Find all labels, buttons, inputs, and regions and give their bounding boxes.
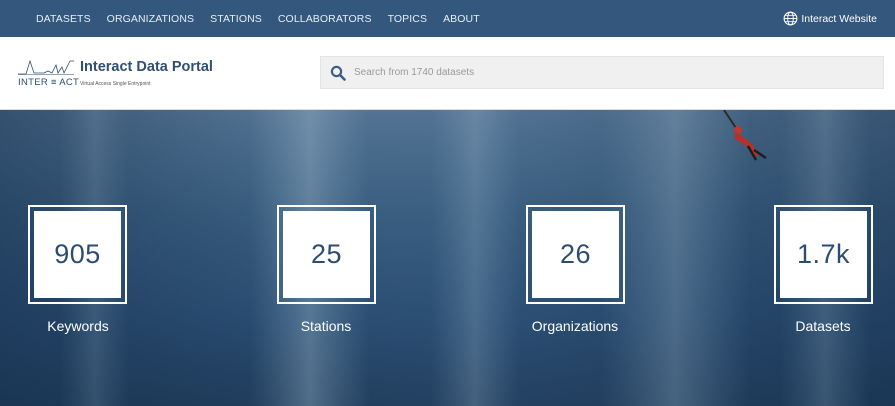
logo-brand-text: INTER ≡ ACT	[18, 77, 80, 88]
stat-keywords-box[interactable]: 905	[28, 205, 127, 304]
site-title: Interact Data Portal	[80, 59, 213, 75]
stat-organizations-box[interactable]: 26	[526, 205, 625, 304]
search-icon	[330, 65, 346, 81]
nav-about[interactable]: ABOUT	[443, 13, 480, 25]
site-header: INTER ≡ ACT Interact Data Portal Virtual…	[0, 37, 895, 110]
stat-organizations-label: Organizations	[531, 318, 619, 334]
top-navigation: DATASETS ORGANIZATIONS STATIONS COLLABOR…	[0, 0, 895, 37]
nav-datasets[interactable]: DATASETS	[36, 13, 91, 25]
search-bar[interactable]	[320, 56, 884, 89]
stat-keywords-value: 905	[34, 211, 121, 298]
interact-logo[interactable]: INTER ≡ ACT Interact Data Portal Virtual…	[18, 57, 218, 93]
stat-stations-label: Stations	[300, 318, 352, 334]
stat-datasets-value: 1.7k	[780, 211, 867, 298]
nav-topics[interactable]: TOPICS	[388, 13, 428, 25]
stat-keywords-label: Keywords	[47, 318, 109, 334]
climber-figure	[723, 110, 767, 161]
site-subtitle: Virtual Access Single Entrypoint	[80, 81, 151, 87]
stat-stations-box[interactable]: 25	[277, 205, 376, 304]
hero-banner: 905 Keywords 25 Stations 26 Organization…	[0, 110, 895, 406]
stat-datasets-label: Datasets	[795, 318, 851, 334]
nav-collaborators[interactable]: COLLABORATORS	[278, 13, 372, 25]
stat-organizations-value: 26	[532, 211, 619, 298]
stat-datasets-box[interactable]: 1.7k	[774, 205, 873, 304]
nav-stations[interactable]: STATIONS	[210, 13, 262, 25]
interact-website-label: Interact Website	[801, 12, 877, 25]
stat-stations-value: 25	[283, 211, 370, 298]
interact-website-link[interactable]: Interact Website	[783, 0, 877, 37]
search-input[interactable]	[354, 67, 854, 78]
globe-icon	[783, 11, 798, 26]
nav-organizations[interactable]: ORGANIZATIONS	[107, 13, 194, 25]
mountain-wave-icon	[18, 59, 74, 75]
